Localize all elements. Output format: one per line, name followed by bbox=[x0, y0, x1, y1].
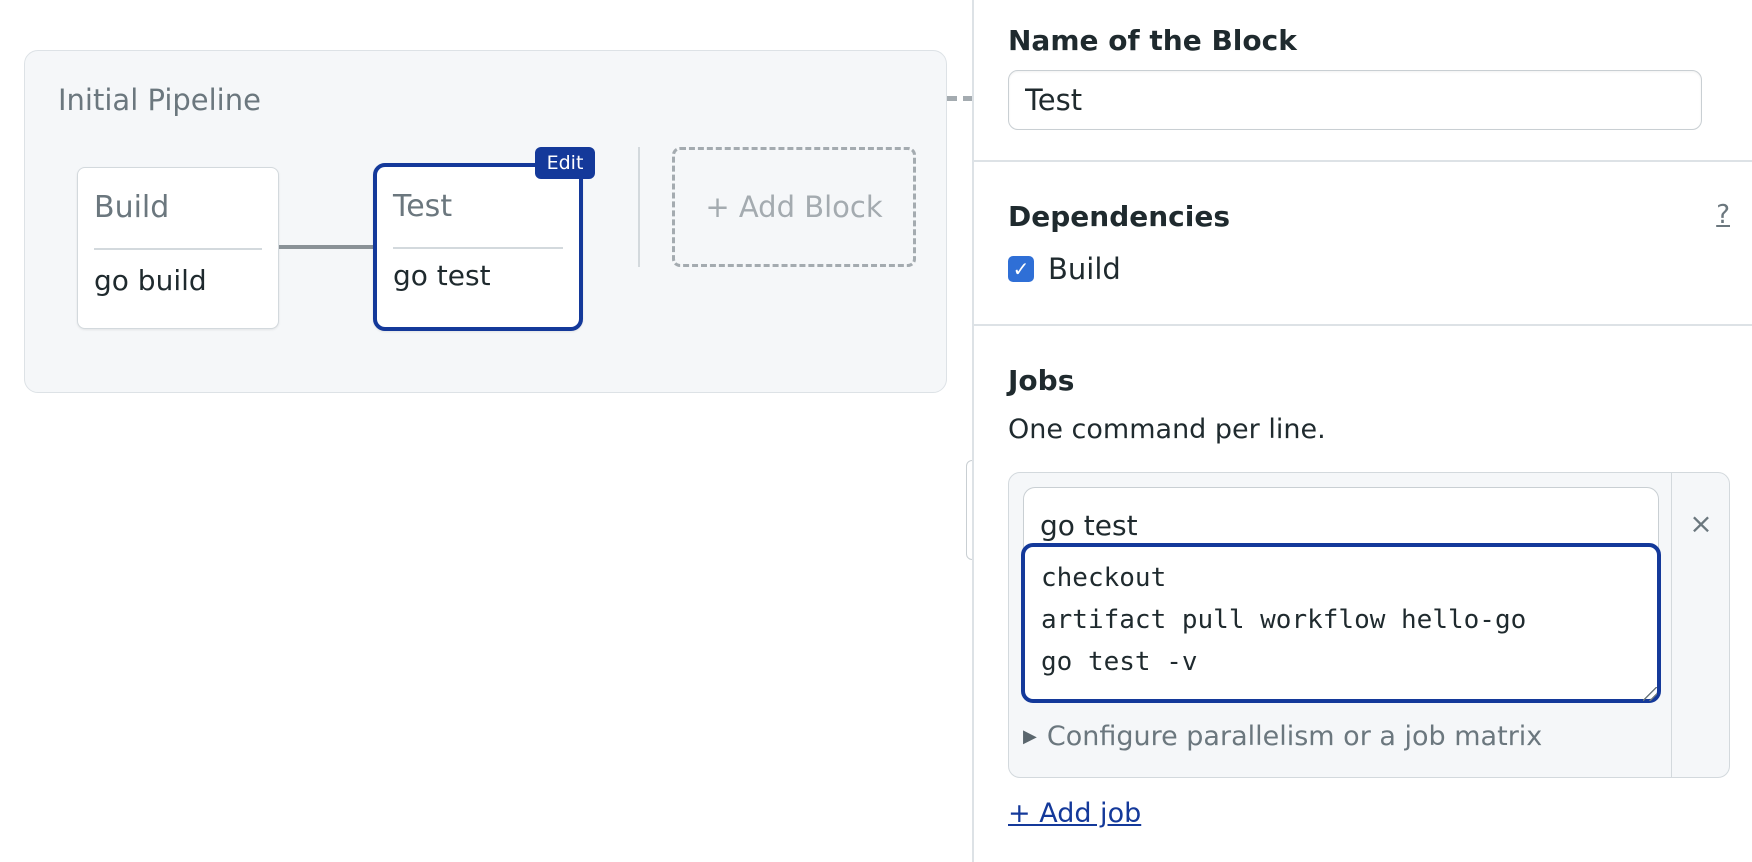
block-connector bbox=[279, 245, 375, 249]
block-name: Test bbox=[393, 189, 453, 224]
block-test[interactable]: Edit Test go test bbox=[373, 147, 595, 331]
edit-badge[interactable]: Edit bbox=[535, 147, 595, 179]
job-side-column: × bbox=[1671, 473, 1729, 777]
parallelism-toggle[interactable]: ▶ Configure parallelism or a job matrix bbox=[1023, 721, 1542, 752]
dependency-label: Build bbox=[1048, 252, 1121, 286]
block-name-input[interactable] bbox=[1008, 70, 1702, 130]
dependency-checkbox[interactable]: ✓ bbox=[1008, 256, 1034, 282]
checkmark-icon: ✓ bbox=[1012, 257, 1030, 281]
pipeline-canvas: Initial Pipeline Build go build Edit Tes… bbox=[24, 50, 947, 393]
block-job: go test bbox=[393, 259, 491, 292]
pipeline-title: Initial Pipeline bbox=[58, 83, 261, 117]
job-commands-textarea[interactable]: checkout artifact pull workflow hello-go… bbox=[1021, 543, 1661, 703]
block-job: go build bbox=[94, 264, 207, 297]
block-name: Build bbox=[94, 190, 170, 225]
add-job-link[interactable]: + Add job bbox=[1008, 798, 1141, 829]
parallelism-label: Configure parallelism or a job matrix bbox=[1046, 721, 1543, 752]
block-build[interactable]: Build go build bbox=[77, 167, 279, 329]
dependencies-label: Dependencies bbox=[1008, 200, 1231, 233]
job-name-input[interactable] bbox=[1023, 487, 1659, 549]
section-divider bbox=[974, 160, 1752, 162]
add-block-button[interactable]: + Add Block bbox=[672, 147, 916, 267]
dependencies-help-link[interactable]: ? bbox=[1716, 200, 1730, 230]
vertical-divider bbox=[638, 147, 640, 267]
block-editor-panel: Name of the Block Dependencies ? ✓ Build… bbox=[972, 0, 1752, 862]
dependency-build[interactable]: ✓ Build bbox=[1008, 252, 1121, 286]
job-card: checkout artifact pull workflow hello-go… bbox=[1008, 472, 1730, 778]
jobs-hint: One command per line. bbox=[1008, 414, 1326, 445]
block-divider bbox=[393, 247, 563, 249]
jobs-label: Jobs bbox=[1008, 364, 1075, 397]
disclosure-triangle-icon: ▶ bbox=[1023, 726, 1037, 747]
close-icon[interactable]: × bbox=[1672, 507, 1730, 540]
promotion-dashed-link bbox=[947, 96, 973, 101]
section-divider bbox=[974, 324, 1752, 326]
block-divider bbox=[94, 248, 262, 250]
textarea-resize-grip[interactable] bbox=[1643, 687, 1657, 701]
block-name-label: Name of the Block bbox=[1008, 24, 1297, 57]
